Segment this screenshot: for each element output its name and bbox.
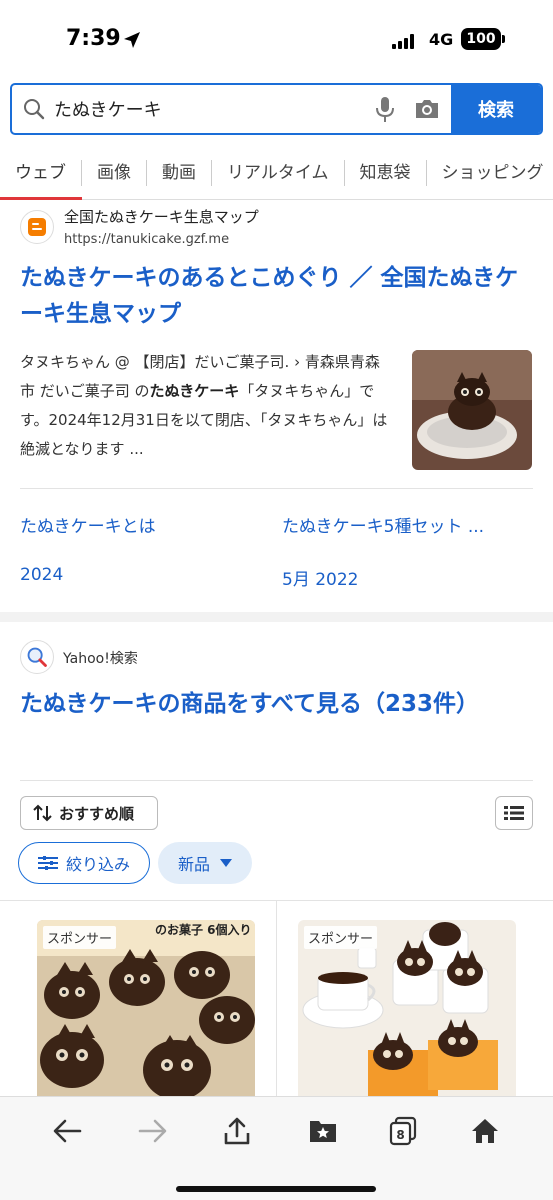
tab-videos[interactable]: 動画 xyxy=(147,159,212,186)
tab-chiebukuro[interactable]: 知恵袋 xyxy=(345,159,427,186)
battery-icon: 100 xyxy=(461,28,501,50)
search-result-card: 全国たぬきケーキ生息マップ https://tanukicake.gzf.me … xyxy=(0,200,553,612)
condition-new-dropdown[interactable]: 新品 xyxy=(158,842,252,884)
product-image[interactable]: のお菓子 6個入り スポンサー xyxy=(37,920,255,1110)
browser-toolbar: 8 xyxy=(0,1096,553,1200)
tab-web[interactable]: ウェブ xyxy=(0,159,82,186)
location-arrow-icon xyxy=(124,32,140,48)
sponsor-badge: スポンサー xyxy=(43,926,117,949)
sublink-about[interactable]: たぬきケーキとは xyxy=(20,512,156,537)
result-site-name[interactable]: 全国たぬきケーキ生息マップ xyxy=(64,206,259,227)
forward-icon xyxy=(138,1119,167,1143)
list-view-button[interactable] xyxy=(495,796,533,830)
result-site-url[interactable]: https://tanukicake.gzf.me xyxy=(64,232,229,247)
tab-count: 8 xyxy=(396,1128,404,1142)
sort-button[interactable]: おすすめ順 xyxy=(20,796,158,830)
dropdown-triangle-icon xyxy=(220,859,232,867)
forward-button[interactable] xyxy=(136,1115,170,1147)
search-area: 検索 xyxy=(0,80,553,146)
tabs-icon: 8 xyxy=(389,1116,417,1146)
search-input[interactable] xyxy=(54,93,354,125)
blogger-favicon-icon xyxy=(20,210,54,244)
search-tabs: ウェブ 画像 動画 リアルタイム 知恵袋 ショッピング xyxy=(0,146,553,200)
sort-label: おすすめ順 xyxy=(59,804,135,823)
sublink-2024[interactable]: 2024 xyxy=(20,565,63,585)
divider xyxy=(20,488,533,489)
battery-level: 100 xyxy=(466,31,496,47)
shopping-title-link[interactable]: たぬきケーキの商品をすべて見る（233件） xyxy=(20,686,530,722)
back-icon xyxy=(53,1119,82,1143)
share-button[interactable] xyxy=(220,1115,254,1147)
shopping-site-name[interactable]: Yahoo!検索 xyxy=(63,648,138,668)
product-image[interactable]: スポンサー xyxy=(298,920,516,1110)
network-type: 4G xyxy=(429,30,454,49)
divider xyxy=(276,900,277,1100)
home-button[interactable] xyxy=(468,1115,502,1147)
bookmarks-button[interactable] xyxy=(306,1115,340,1147)
cellular-signal-icon xyxy=(392,34,414,49)
filter-label: 絞り込み xyxy=(65,855,130,874)
back-button[interactable] xyxy=(50,1115,84,1147)
tab-realtime[interactable]: リアルタイム xyxy=(212,159,345,186)
sublink-set[interactable]: たぬきケーキ5種セット ... xyxy=(282,512,484,537)
list-icon xyxy=(504,806,524,820)
battery-tip xyxy=(502,35,505,43)
home-indicator xyxy=(176,1186,376,1192)
filter-sliders-icon xyxy=(37,856,58,870)
home-icon xyxy=(472,1119,498,1143)
status-bar: 7:39 4G 100 xyxy=(0,0,553,80)
divider xyxy=(20,780,533,781)
filter-button[interactable]: 絞り込み xyxy=(18,842,150,884)
result-thumbnail-image[interactable] xyxy=(412,350,532,470)
condition-label: 新品 xyxy=(177,855,210,874)
search-button[interactable]: 検索 xyxy=(451,85,541,133)
bookmarks-icon xyxy=(310,1121,336,1142)
tab-images[interactable]: 画像 xyxy=(82,159,147,186)
search-box: 検索 xyxy=(10,83,543,135)
camera-icon[interactable] xyxy=(414,97,440,121)
result-title-link[interactable]: たぬきケーキのあるとこめぐり ／ 全国たぬきケーキ生息マップ xyxy=(20,260,520,332)
sublink-may-2022[interactable]: 5月 2022 xyxy=(282,565,358,590)
tabs-button[interactable]: 8 xyxy=(386,1115,420,1147)
yahoo-search-favicon-icon xyxy=(20,640,54,674)
product-overlay-text: のお菓子 6個入り xyxy=(155,922,252,937)
sponsor-badge: スポンサー xyxy=(304,926,378,949)
search-icon xyxy=(24,99,45,120)
status-time: 7:39 xyxy=(66,26,121,51)
result-snippet: タヌキちゃん @ 【閉店】だいご菓子司. › 青森県青森市 だいご菓子司 のたぬ… xyxy=(20,348,390,464)
sort-arrows-icon xyxy=(33,804,52,822)
shopping-result-card: Yahoo!検索 たぬきケーキの商品をすべて見る（233件） おすすめ順 絞り込… xyxy=(0,622,553,1122)
share-icon xyxy=(224,1117,250,1145)
snippet-highlight: たぬきケーキ xyxy=(149,382,240,400)
microphone-icon[interactable] xyxy=(374,96,396,124)
tab-shopping[interactable]: ショッピング xyxy=(427,160,553,186)
